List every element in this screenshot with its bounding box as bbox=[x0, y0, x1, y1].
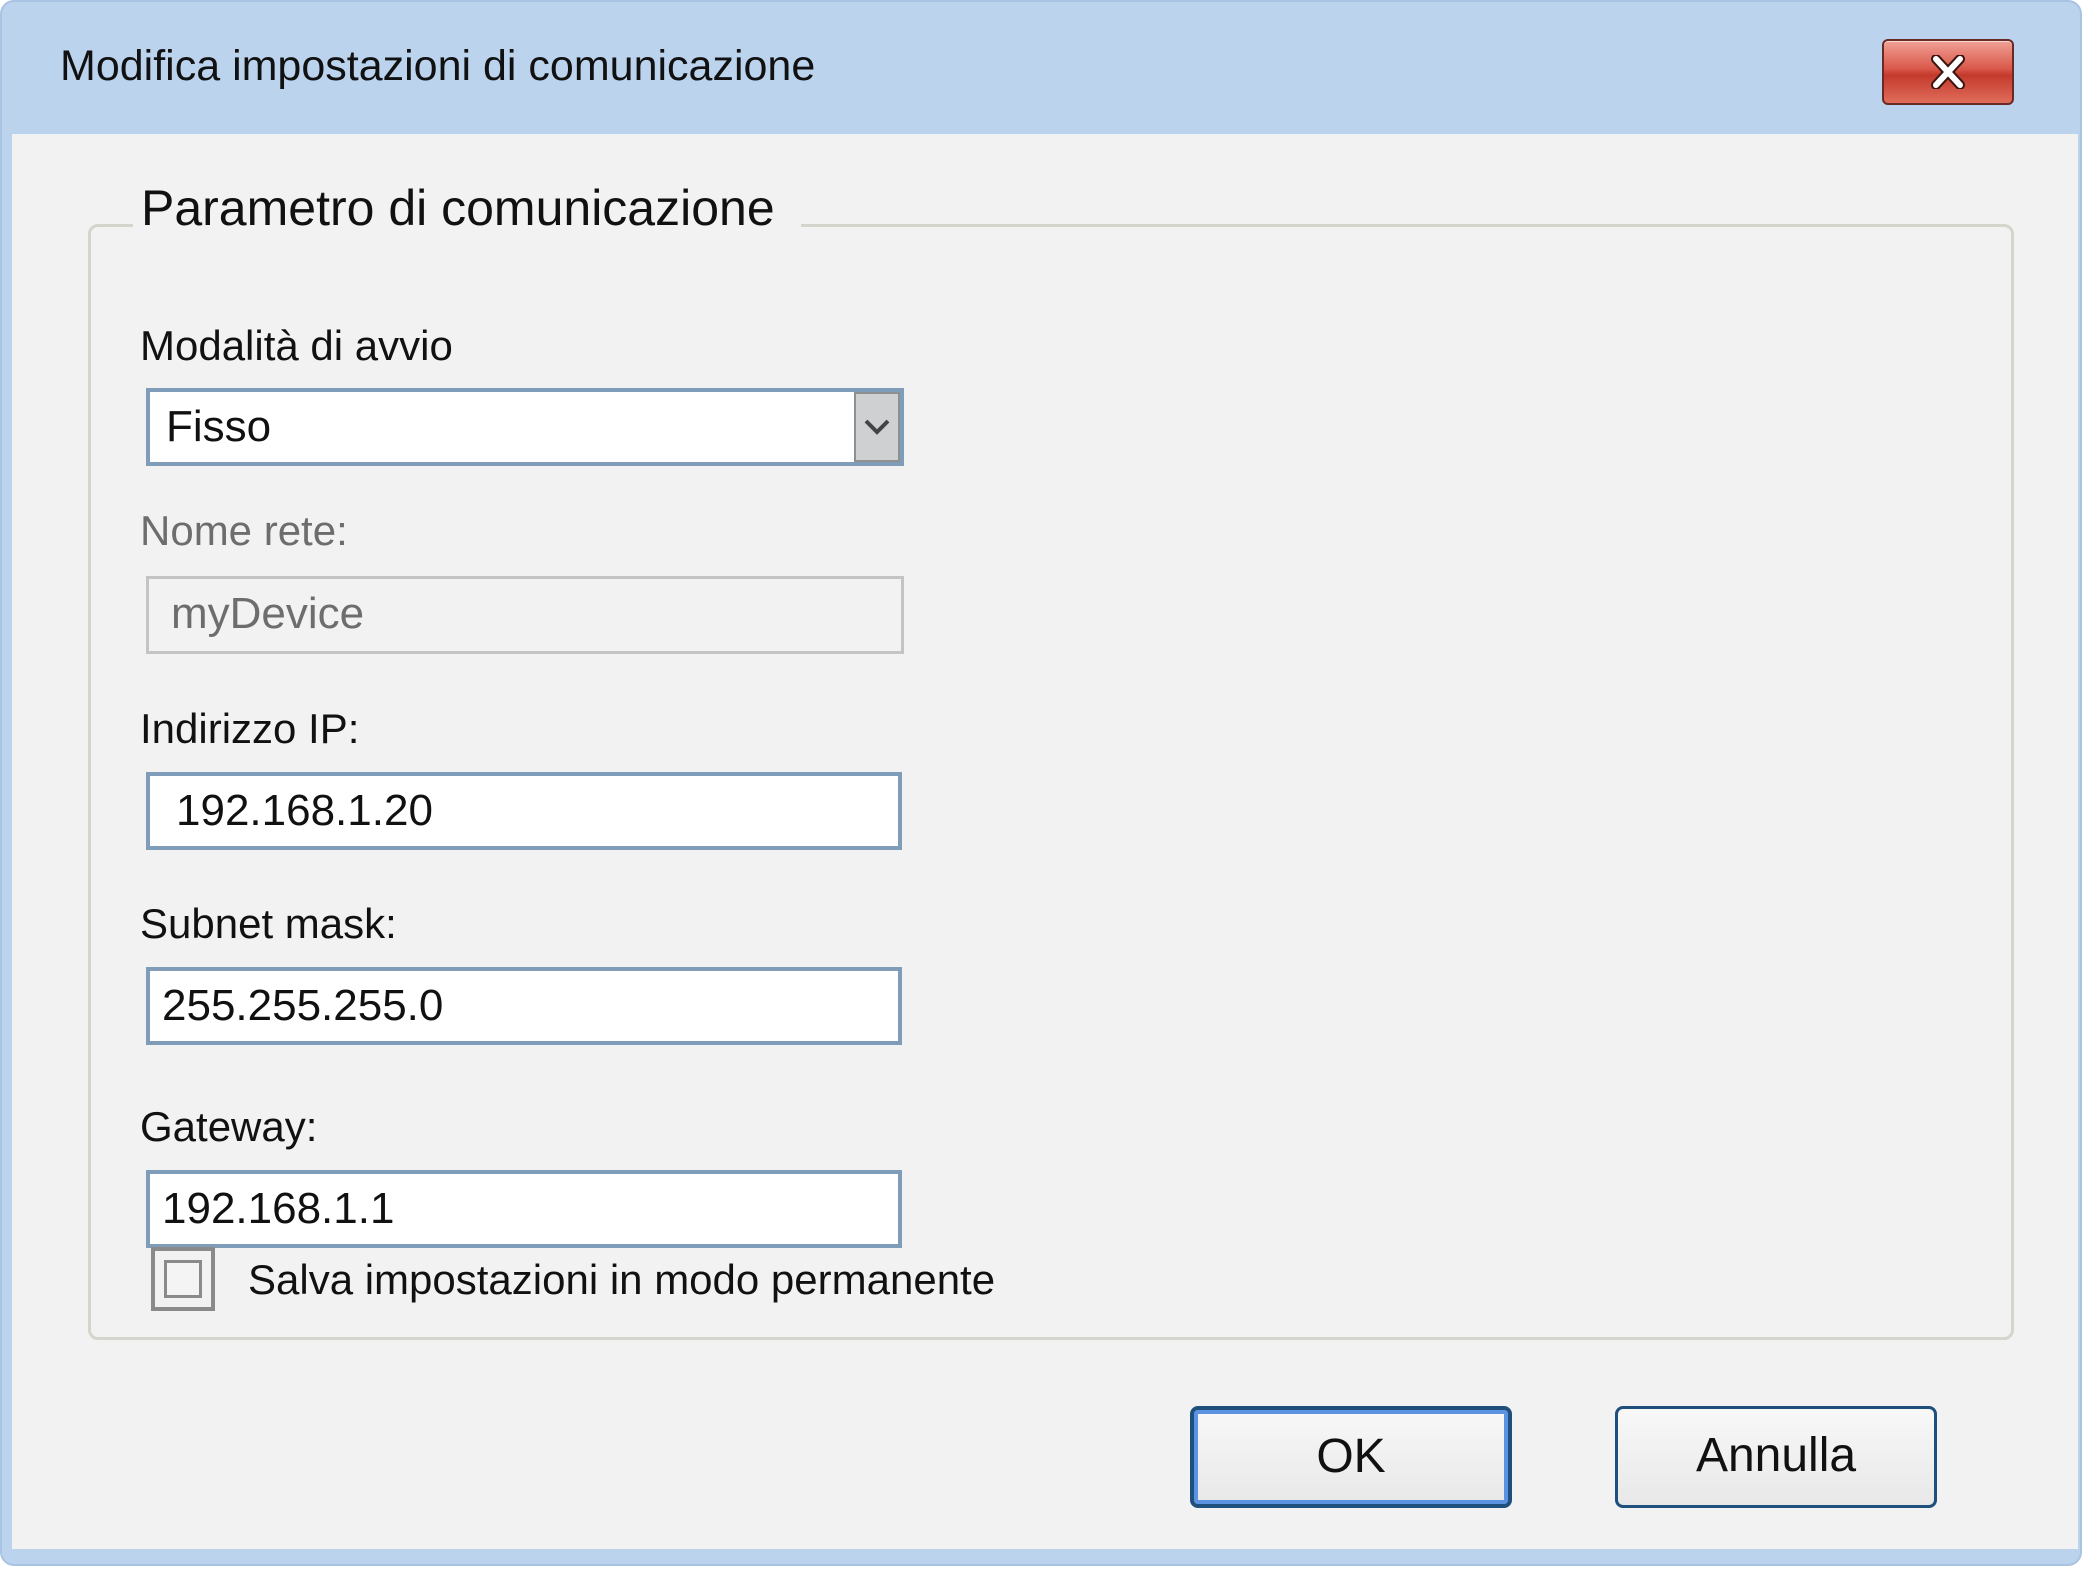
dialog-window: Modifica impostazioni di comunicazione P… bbox=[0, 0, 2082, 1566]
start-mode-dropdown[interactable]: Fisso bbox=[146, 388, 904, 466]
group-legend: Parametro di comunicazione bbox=[133, 179, 801, 237]
ip-address-label: Indirizzo IP: bbox=[140, 705, 360, 752]
gateway-label: Gateway: bbox=[140, 1103, 318, 1150]
start-mode-label: Modalità di avvio bbox=[140, 322, 453, 369]
close-button[interactable] bbox=[1882, 39, 2014, 105]
gateway-field[interactable]: 192.168.1.1 bbox=[146, 1170, 902, 1248]
subnet-mask-label: Subnet mask: bbox=[140, 900, 397, 947]
chevron-down-icon bbox=[864, 419, 890, 435]
dialog-title: Modifica impostazioni di comunicazione bbox=[60, 42, 816, 90]
close-icon bbox=[1931, 55, 1965, 89]
title-bar[interactable]: Modifica impostazioni di comunicazione bbox=[2, 2, 2080, 134]
ok-button[interactable]: OK bbox=[1190, 1406, 1512, 1508]
network-name-field: myDevice bbox=[146, 576, 904, 654]
ip-address-field[interactable]: 192.168.1.20 bbox=[146, 772, 902, 850]
subnet-mask-field[interactable]: 255.255.255.0 bbox=[146, 967, 902, 1045]
checkbox-box bbox=[164, 1260, 202, 1298]
dropdown-button[interactable] bbox=[854, 392, 900, 462]
cancel-button[interactable]: Annulla bbox=[1615, 1406, 1937, 1508]
dialog-body: Parametro di comunicazione Modalità di a… bbox=[12, 134, 2078, 1549]
save-permanent-checkbox[interactable] bbox=[151, 1247, 215, 1311]
save-permanent-label[interactable]: Salva impostazioni in modo permanente bbox=[248, 1256, 995, 1304]
network-name-label: Nome rete: bbox=[140, 507, 348, 554]
start-mode-value: Fisso bbox=[166, 402, 272, 451]
